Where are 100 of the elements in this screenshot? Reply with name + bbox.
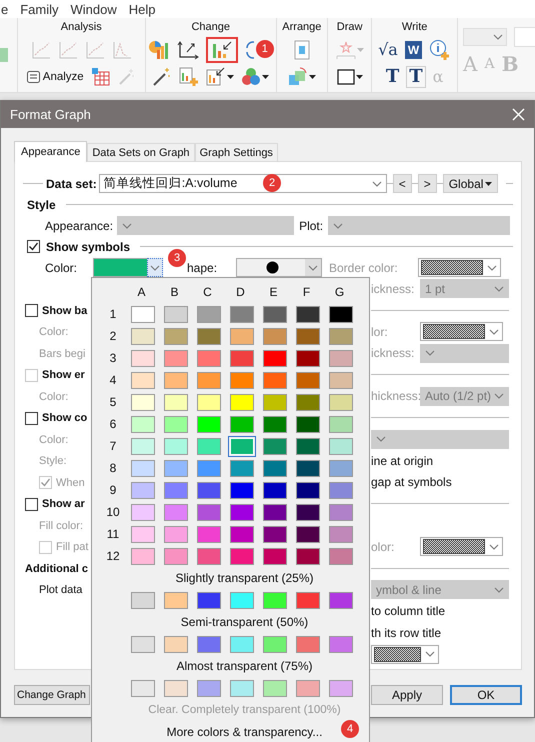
color-swatch[interactable] <box>296 306 320 322</box>
color-swatch[interactable] <box>329 548 353 564</box>
sqrt-tool[interactable]: √a <box>378 40 398 60</box>
color-swatch[interactable] <box>164 504 188 520</box>
color-swatch[interactable] <box>164 680 188 696</box>
color-swatch[interactable] <box>296 680 320 696</box>
line-chart-icon[interactable] <box>58 40 78 60</box>
color-swatch[interactable] <box>131 372 155 388</box>
add-chart-icon[interactable] <box>179 66 200 86</box>
color-swatch[interactable] <box>164 350 188 366</box>
color-swatch[interactable] <box>329 526 353 542</box>
color-swatch[interactable] <box>329 328 353 344</box>
tab[interactable]: Appearance <box>14 141 88 162</box>
color-swatch[interactable] <box>230 526 254 542</box>
dropdown-button[interactable] <box>147 258 163 277</box>
color-swatch[interactable] <box>131 328 155 344</box>
color-swatch[interactable] <box>164 306 188 322</box>
color-swatch[interactable] <box>197 306 221 322</box>
color-swatch[interactable] <box>263 372 287 388</box>
color-swatch[interactable] <box>329 306 353 322</box>
color-swatch[interactable] <box>329 438 353 454</box>
color-dropdown[interactable] <box>420 322 503 342</box>
apply-button[interactable]: Apply <box>371 685 443 705</box>
color-swatch[interactable] <box>263 482 287 498</box>
color-swatch[interactable] <box>197 416 221 432</box>
next-button[interactable]: > <box>418 174 437 193</box>
color-swatch[interactable] <box>197 460 221 476</box>
color-swatch[interactable] <box>296 438 320 454</box>
color-swatch[interactable] <box>263 680 287 696</box>
table-icon[interactable] <box>90 66 111 86</box>
color-swatch[interactable] <box>197 372 221 388</box>
color-swatch[interactable] <box>230 482 254 498</box>
color-swatch[interactable] <box>329 482 353 498</box>
word-tool[interactable]: W <box>404 40 422 58</box>
color-swatch[interactable] <box>263 438 287 454</box>
close-icon[interactable] <box>512 108 525 120</box>
tab[interactable]: Data Sets on Graph <box>87 143 195 161</box>
color-swatch[interactable] <box>329 504 353 520</box>
checkbox[interactable] <box>25 498 38 511</box>
color-swatch[interactable] <box>230 592 254 608</box>
color-swatch[interactable] <box>197 548 221 564</box>
menu-item[interactable]: Window <box>70 2 117 16</box>
color-swatch[interactable] <box>263 526 287 542</box>
color-swatch[interactable] <box>230 394 254 410</box>
change-graph-button[interactable]: Change Graph <box>14 685 90 705</box>
color-swatch[interactable] <box>131 636 155 652</box>
color-swatch[interactable] <box>296 482 320 498</box>
dropdown[interactable] <box>371 430 509 449</box>
color-swatch[interactable] <box>263 504 287 520</box>
color-swatch[interactable] <box>164 460 188 476</box>
color-swatch[interactable] <box>131 592 155 608</box>
color-swatch[interactable] <box>197 328 221 344</box>
color-swatch[interactable] <box>131 482 155 498</box>
tab[interactable]: Graph Settings <box>194 143 278 161</box>
color-swatch[interactable] <box>230 680 254 696</box>
color-swatch[interactable] <box>197 438 221 454</box>
axes-icon[interactable] <box>176 40 199 60</box>
pie-bar-icon[interactable] <box>148 40 170 60</box>
color-swatch[interactable] <box>263 306 287 322</box>
color-swatch[interactable] <box>296 504 320 520</box>
checkbox[interactable] <box>27 240 40 253</box>
shape-dropdown[interactable] <box>236 258 322 277</box>
color-swatch[interactable] <box>164 636 188 652</box>
bar-chart-icon[interactable] <box>206 66 226 86</box>
line-chart-icon[interactable] <box>30 40 51 60</box>
color-swatch[interactable] <box>296 394 320 410</box>
color-swatch[interactable] <box>230 350 254 366</box>
caret-icon[interactable] <box>262 74 270 78</box>
color-swatch[interactable] <box>131 416 155 432</box>
color-swatch[interactable] <box>329 636 353 652</box>
color-swatch[interactable] <box>164 548 188 564</box>
caret-icon[interactable] <box>227 74 234 78</box>
color-swatch[interactable] <box>197 526 221 542</box>
color-swatch[interactable] <box>230 548 254 564</box>
line-chart-icon[interactable] <box>112 40 132 60</box>
text-tool[interactable]: T <box>386 66 400 86</box>
color-swatch[interactable] <box>263 460 287 476</box>
color-swatch[interactable] <box>263 592 287 608</box>
ok-button[interactable]: OK <box>450 685 522 705</box>
checkbox[interactable] <box>25 412 38 425</box>
color-swatch[interactable] <box>230 328 254 344</box>
color-swatch[interactable] <box>197 504 221 520</box>
color-swatch[interactable] <box>296 592 320 608</box>
text-box-tool[interactable]: T <box>406 66 426 88</box>
color-swatch[interactable] <box>131 394 155 410</box>
color-swatch[interactable] <box>164 416 188 432</box>
color-swatch[interactable] <box>296 636 320 652</box>
color-swatch[interactable] <box>263 416 287 432</box>
more-colors-option[interactable]: More colors & transparency... <box>144 721 322 742</box>
color-swatch[interactable] <box>329 680 353 696</box>
analyze-button[interactable]: Analyze <box>26 70 84 84</box>
menu-item[interactable]: Family <box>20 2 59 16</box>
color-swatch[interactable] <box>131 526 155 542</box>
caret-icon[interactable] <box>308 74 316 78</box>
color-swatch[interactable] <box>164 328 188 344</box>
color-swatch[interactable] <box>131 438 155 454</box>
color-swatch[interactable] <box>329 394 353 410</box>
color-swatch[interactable] <box>164 394 188 410</box>
border-color-dropdown[interactable] <box>418 258 501 277</box>
color-swatch[interactable] <box>164 592 188 608</box>
